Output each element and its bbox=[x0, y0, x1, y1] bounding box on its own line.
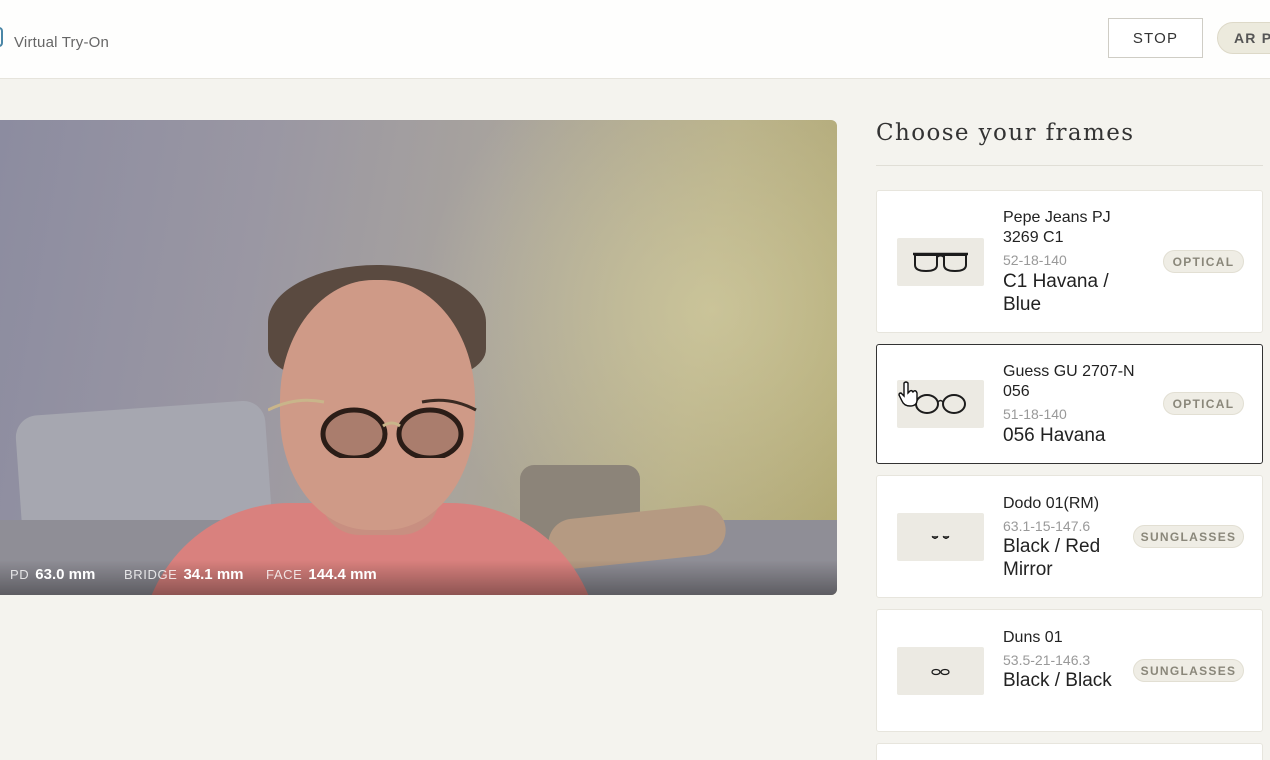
frame-thumbnail bbox=[897, 647, 984, 695]
logo-icon bbox=[0, 27, 3, 47]
frame-color: Black / Black bbox=[1003, 670, 1112, 691]
frame-size: 53.5-21-146.3 bbox=[1003, 652, 1091, 668]
frame-card[interactable]: Dodo 01(RM) 63.1-15-147.6 Black / Red Mi… bbox=[876, 475, 1263, 598]
measurement-value: 144.4 mm bbox=[308, 566, 377, 583]
virtual-glasses-overlay bbox=[268, 398, 477, 458]
frame-size: 52-18-140 bbox=[1003, 252, 1067, 268]
glasses-icon bbox=[913, 252, 968, 273]
measurement-label: FACE bbox=[266, 567, 303, 582]
frame-type-badge: OPTICAL bbox=[1163, 392, 1244, 415]
stop-button[interactable]: STOP bbox=[1108, 18, 1203, 58]
frame-name: Guess GU 2707-N 056 bbox=[1003, 363, 1135, 400]
measurement-label: PD bbox=[10, 567, 30, 582]
frame-card[interactable]: Duns 01 53.5-21-146.3 Black / Black SUNG… bbox=[876, 609, 1263, 732]
frame-size: 51-18-140 bbox=[1003, 406, 1067, 422]
frame-type-badge: SUNGLASSES bbox=[1133, 659, 1244, 682]
measurement-value: 34.1 mm bbox=[183, 566, 244, 583]
frame-card[interactable]: Pepe Jeans PJ 3269 C1 52-18-140 C1 Havan… bbox=[876, 190, 1263, 333]
measurement-value: 63.0 mm bbox=[35, 566, 96, 583]
frame-name: Duns 01 bbox=[1003, 629, 1063, 646]
frame-color: Black / Red Mirror bbox=[1003, 536, 1101, 580]
frame-card[interactable] bbox=[876, 743, 1263, 760]
glasses-icon bbox=[931, 535, 950, 539]
frame-type-badge: OPTICAL bbox=[1163, 250, 1244, 273]
frame-thumbnail bbox=[897, 380, 984, 428]
hand-cursor-icon bbox=[898, 381, 918, 407]
frame-card-selected[interactable]: Guess GU 2707-N 056 51-18-140 056 Havana… bbox=[876, 344, 1263, 464]
measurement-bridge: BRIDGE 34.1 mm bbox=[124, 566, 244, 583]
top-bar: Virtual Try-On STOP AR P bbox=[0, 0, 1270, 79]
camera-feed bbox=[0, 120, 837, 595]
frame-thumbnail bbox=[897, 513, 984, 561]
measurement-label: BRIDGE bbox=[124, 567, 178, 582]
app-title: Virtual Try-On bbox=[14, 34, 110, 51]
frame-color: C1 Havana / Blue bbox=[1003, 271, 1109, 315]
ar-button[interactable]: AR P bbox=[1217, 22, 1270, 54]
frame-name: Dodo 01(RM) bbox=[1003, 495, 1100, 512]
divider bbox=[876, 165, 1263, 166]
frame-color: 056 Havana bbox=[1003, 425, 1106, 446]
frame-thumbnail bbox=[897, 238, 984, 286]
frame-name: Pepe Jeans PJ 3269 C1 bbox=[1003, 209, 1111, 246]
measurement-pd: PD 63.0 mm bbox=[10, 566, 95, 583]
measurement-face: FACE 144.4 mm bbox=[266, 566, 377, 583]
glasses-icon bbox=[931, 668, 950, 676]
panel-title: Choose your frames bbox=[876, 120, 1135, 146]
frame-type-badge: SUNGLASSES bbox=[1133, 525, 1244, 548]
frame-size: 63.1-15-147.6 bbox=[1003, 518, 1091, 534]
